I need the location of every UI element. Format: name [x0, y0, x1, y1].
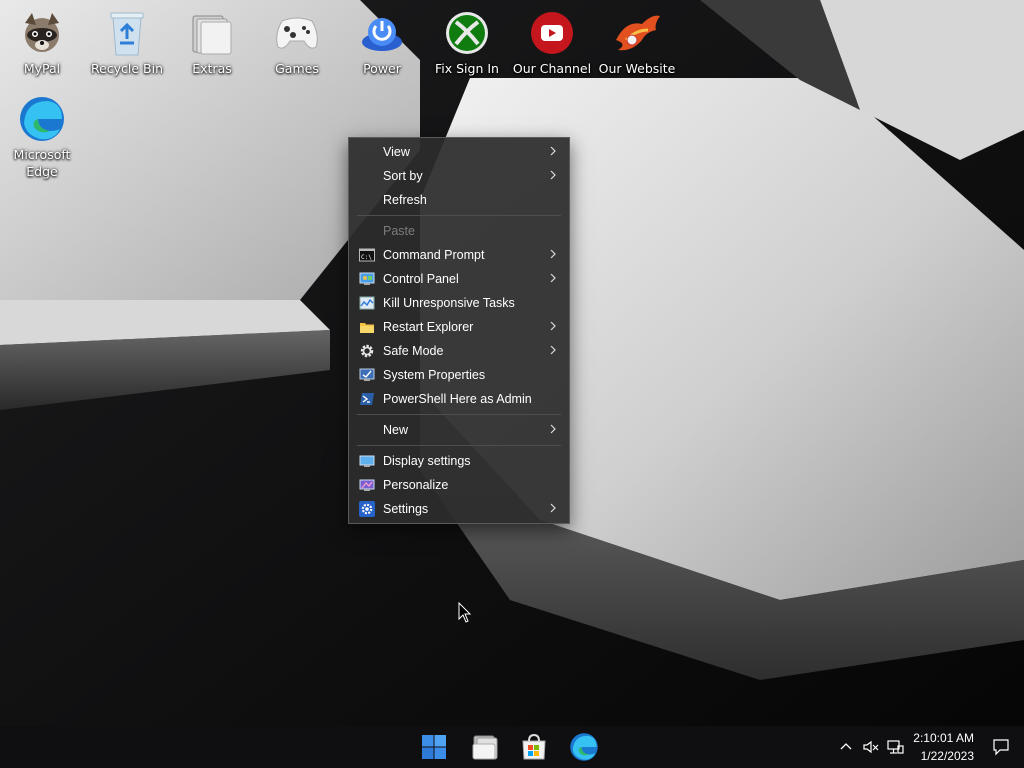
menu-item-label: Refresh: [383, 193, 427, 207]
desktop-icon-label: Recycle Bin: [90, 61, 164, 76]
personalize-icon: [359, 479, 375, 491]
desktop-icon-power[interactable]: Power: [340, 0, 424, 82]
chevron-right-icon: [550, 146, 556, 156]
command-prompt-icon: C:\: [359, 248, 375, 262]
gamepad-icon: [272, 8, 322, 58]
menu-item-sort-by[interactable]: Sort by: [353, 164, 565, 188]
recycle-bin-icon: [102, 8, 152, 58]
chevron-right-icon: [550, 321, 556, 331]
desktop-icon-recycle-bin[interactable]: Recycle Bin: [85, 0, 169, 82]
menu-item-refresh[interactable]: Refresh: [353, 188, 565, 212]
menu-separator: [357, 215, 561, 216]
menu-item-label: Sort by: [383, 169, 423, 183]
menu-item-label: Personalize: [383, 478, 449, 492]
desktop-icon-our-channel[interactable]: Our Channel: [510, 0, 594, 82]
display-icon: [359, 455, 375, 467]
menu-item-restart-explorer[interactable]: Restart Explorer: [353, 315, 565, 339]
folder-stack-icon: [187, 8, 237, 58]
system-properties-icon: [359, 368, 375, 381]
windows-start-icon: [422, 735, 446, 759]
desktop-icon-games[interactable]: Games: [255, 0, 339, 82]
menu-item-label: Restart Explorer: [383, 320, 474, 334]
menu-item-label: Paste: [383, 224, 415, 238]
menu-item-personalize[interactable]: Personalize: [353, 473, 565, 497]
edge-icon: [17, 94, 67, 144]
taskbar: 2:10:01 AM 1/22/2023: [0, 726, 1024, 768]
task-monitor-icon: [359, 296, 375, 310]
desktop-icon-label: Microsoft Edge: [13, 147, 71, 179]
menu-item-control-panel[interactable]: Control Panel: [353, 267, 565, 291]
settings-gear-icon: [359, 501, 375, 517]
folder-icon: [360, 323, 374, 333]
menu-item-label: New: [383, 423, 409, 437]
raccoon-icon: [17, 8, 67, 58]
desktop-icon-label: Games: [275, 61, 319, 76]
network-icon[interactable]: [886, 738, 904, 756]
microsoft-store-icon: [522, 733, 546, 760]
gear-icon: [360, 344, 374, 358]
menu-item-powershell-here-as-admin[interactable]: PowerShell Here as Admin: [353, 387, 565, 411]
desktop-context-menu: View Sort by Refresh Paste C:\ Command P…: [348, 137, 570, 524]
menu-item-label: Kill Unresponsive Tasks: [383, 296, 515, 310]
desktop-icon-fix-sign-in[interactable]: Fix Sign In: [425, 0, 509, 82]
menu-item-view[interactable]: View: [353, 140, 565, 164]
desktop-icon-label: Power: [363, 61, 401, 76]
chevron-right-icon: [550, 170, 556, 180]
menu-item-label: Display settings: [383, 454, 471, 468]
chevron-right-icon: [550, 424, 556, 434]
desktop-icon-label: Our Channel: [512, 61, 592, 76]
chevron-right-icon: [550, 503, 556, 513]
power-button-icon: [357, 8, 407, 58]
desktop-icon-microsoft-edge[interactable]: Microsoft Edge: [0, 86, 84, 186]
clock-time[interactable]: 2:10:01 AM: [904, 731, 974, 745]
powershell-icon: [360, 393, 374, 405]
desktop-icon-our-website[interactable]: Our Website: [595, 0, 679, 82]
menu-item-label: View: [383, 145, 410, 159]
taskbar-microsoft-store[interactable]: [516, 730, 552, 764]
desktop-icon-mypal[interactable]: MyPal: [0, 0, 84, 82]
mouse-cursor-icon: [458, 602, 472, 623]
file-explorer-icon: [472, 735, 498, 760]
menu-item-system-properties[interactable]: System Properties: [353, 363, 565, 387]
svg-text:C:\: C:\: [361, 254, 372, 261]
control-panel-icon: [359, 272, 375, 285]
chevron-right-icon: [550, 345, 556, 355]
menu-item-safe-mode[interactable]: Safe Mode: [353, 339, 565, 363]
menu-item-label: Control Panel: [383, 272, 459, 286]
menu-item-label: Safe Mode: [383, 344, 444, 358]
menu-separator: [357, 445, 561, 446]
menu-item-paste: Paste: [353, 219, 565, 243]
menu-item-label: Command Prompt: [383, 248, 485, 262]
clock-date[interactable]: 1/22/2023: [904, 749, 974, 763]
phoenix-icon: [612, 8, 662, 58]
chevron-right-icon: [550, 273, 556, 283]
menu-item-label: PowerShell Here as Admin: [383, 392, 532, 406]
menu-item-settings[interactable]: Settings: [353, 497, 565, 521]
edge-icon: [570, 733, 598, 761]
volume-muted-icon[interactable]: [862, 738, 880, 756]
taskbar-microsoft-edge[interactable]: [566, 730, 602, 764]
desktop-icon-label: Fix Sign In: [435, 61, 499, 76]
taskbar-file-explorer[interactable]: [467, 730, 503, 764]
notification-icon[interactable]: [992, 738, 1010, 756]
menu-item-label: Settings: [383, 502, 429, 516]
youtube-icon: [527, 8, 577, 58]
xbox-icon: [442, 8, 492, 58]
chevron-right-icon: [550, 249, 556, 259]
menu-item-display-settings[interactable]: Display settings: [353, 449, 565, 473]
menu-item-kill-unresponsive-tasks[interactable]: Kill Unresponsive Tasks: [353, 291, 565, 315]
desktop-icon-label: Extras: [192, 61, 232, 76]
start-button[interactable]: [416, 730, 452, 764]
chevron-up-icon[interactable]: [837, 738, 855, 756]
menu-item-command-prompt[interactable]: C:\ Command Prompt: [353, 243, 565, 267]
menu-separator: [357, 414, 561, 415]
desktop-icon-extras[interactable]: Extras: [170, 0, 254, 82]
menu-item-new[interactable]: New: [353, 418, 565, 442]
desktop-icon-label: MyPal: [23, 61, 61, 76]
menu-item-label: System Properties: [383, 368, 486, 382]
desktop-icon-label: Our Website: [598, 61, 676, 76]
